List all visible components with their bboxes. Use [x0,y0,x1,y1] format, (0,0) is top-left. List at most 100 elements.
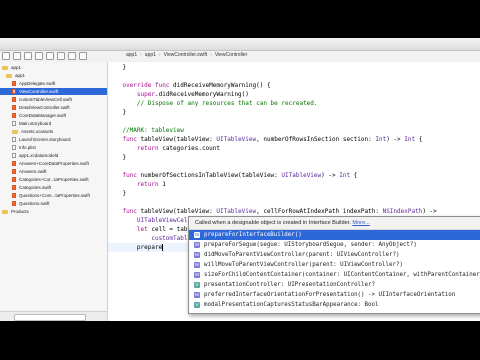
folder-icon [2,209,8,214]
file-tree-item[interactable]: Categories.swift [0,184,107,191]
file-tree-item[interactable]: customTableViewCell.swift [0,96,107,103]
debug-icon[interactable] [68,52,76,60]
file-tree-label: Info.plist [19,145,36,150]
swift-file-icon [12,201,16,206]
suggestion-text: willMoveToParentViewController(parent: U… [204,262,403,268]
file-tree-item[interactable]: Categories+Cor...taProperties.swift [0,176,107,183]
method-icon: M [194,291,200,298]
file-tree-item[interactable]: Assets.xcassets [0,128,107,135]
autocomplete-suggestion[interactable]: MprepareForSegue(segue: UIStoryboardSegu… [189,240,480,250]
swift-file-icon [12,193,16,198]
file-tree-item[interactable]: app1.xcdatamodeld [0,152,107,159]
file-tree-item[interactable]: LaunchScreen.storyboard [0,136,107,143]
description-text: Called when a designable object is creat… [195,220,351,226]
file-tree-item[interactable]: DetailViewController.swift [0,104,107,111]
file-tree-label: ViewController.swift [19,89,59,94]
file-tree-item[interactable]: Questions.swift [0,200,107,207]
folder-icon[interactable] [2,52,10,60]
more-link[interactable]: More... [352,220,369,226]
folder-icon [6,73,12,78]
text-cursor [162,244,164,251]
file-tree-item[interactable]: app1 [0,72,107,79]
autocomplete-suggestion[interactable]: VmodalPresentationCapturesStatusBarAppea… [189,300,480,310]
code-line: } [108,109,127,116]
swift-file-icon [12,169,16,174]
chevron-right-icon: › [210,52,212,58]
file-tree-label: Questions+Core...taProperties.swift [19,193,90,198]
code-line: func tableView(tableView: UITableView, c… [122,208,437,215]
code-line: func tableView(tableView: UITableView, n… [122,136,423,143]
file-tree-label: app1 [11,65,22,70]
test-icon[interactable] [57,52,65,60]
file-tree-item[interactable]: Questions+Core...taProperties.swift [0,192,107,199]
file-tree-item[interactable]: Main.storyboard [0,120,107,127]
code-line: } [108,64,127,71]
file-tree-item[interactable]: AppDelegate.swift [0,80,107,87]
jumpbar-item[interactable]: ViewController.swift [164,52,208,58]
code-line: //MARK: tableview [108,127,184,134]
file-tree-label: Products [11,209,29,214]
file-tree-label: Questions.swift [19,201,50,206]
jumpbar-item[interactable]: app1 [126,52,137,58]
method-icon: M [194,251,200,258]
file-icon [12,145,16,150]
file-tree-item[interactable]: Answers+CoreDataProperties.swift [0,160,107,167]
symbol-icon[interactable] [24,52,32,60]
project-navigator: app1 app1 AppDelegate.swift ViewController.… [0,62,108,321]
property-icon: V [194,281,200,288]
autocomplete-suggestion[interactable]: MpreferredInterfaceOrientationForPresent… [189,290,480,300]
file-tree-item[interactable]: ViewController.swift [0,88,107,95]
swift-file-icon [12,89,16,94]
navigator-filter-bar [0,311,107,321]
issue-icon[interactable] [46,52,54,60]
autocomplete-suggestion[interactable]: MwillMoveToParentViewController(parent: … [189,260,480,270]
file-tree-label: Answers+CoreDataProperties.swift [19,161,89,166]
jumpbar-item[interactable]: ViewController [215,52,247,58]
file-tree-label: Categories+Cor...taProperties.swift [19,177,89,182]
autocomplete-suggestion[interactable]: MprepareForInterfaceBuilder() [189,230,480,240]
chevron-right-icon: › [140,52,142,58]
file-tree-label: app1 [15,73,26,78]
autocomplete-suggestion[interactable]: MdidMoveToParentViewController(parent: U… [189,250,480,260]
source-editor[interactable]: } override func didReceiveMemoryWarning(… [108,62,480,321]
autocomplete-suggestion[interactable]: MsizeForChildContentContainer(container:… [189,270,480,280]
file-icon [12,121,16,126]
file-tree-item[interactable]: CoreDataManager.swift [0,112,107,119]
code-line: // Dispose of any resources that can be … [108,100,318,107]
file-tree-label: Categories.swift [19,185,52,190]
file-tree-item[interactable]: Answers.swift [0,168,107,175]
search-icon[interactable] [35,52,43,60]
file-tree-label: app1.xcdatamodeld [19,153,59,158]
swift-file-icon [12,185,16,190]
folder-icon [2,65,8,70]
folder-icon [12,129,18,134]
code-line: } [108,154,127,161]
code-line: return categories.count [136,145,221,152]
file-tree-label: customTableViewCell.swift [19,97,72,102]
autocomplete-suggestion[interactable]: VpresentationController: UIPresentationC… [189,280,480,290]
file-tree-item[interactable]: app1 [0,64,107,71]
file-tree-item[interactable]: Products [0,208,107,215]
swift-file-icon [12,97,16,102]
method-icon: M [194,231,200,238]
file-tree-label: Assets.xcassets [21,129,54,134]
window-titlebar [0,38,480,51]
file-tree-label: AppDelegate.swift [19,81,56,86]
source-control-icon[interactable] [13,52,21,60]
jumpbar-item[interactable]: app1 [145,52,156,58]
property-icon: V [194,301,200,308]
suggestion-text: prepareForSegue(segue: UIStoryboardSegue… [204,242,417,248]
file-tree-label: DetailViewController.swift [19,105,70,110]
swift-file-icon [12,105,16,110]
filter-input[interactable] [14,314,86,321]
autocomplete-popup: Called when a designable object is creat… [188,216,480,314]
file-tree-label: CoreDataManager.swift [19,113,67,118]
suggestion-text: didMoveToParentViewController(parent: UI… [204,252,400,258]
suggestion-text: modalPresentationCapturesStatusBarAppear… [204,302,379,308]
suggestion-text: prepareForInterfaceBuilder() [204,232,302,238]
breakpoint-icon[interactable] [79,52,87,60]
file-tree-item[interactable]: Info.plist [0,144,107,151]
file-icon [12,153,16,158]
file-tree-label: Main.storyboard [19,121,52,126]
